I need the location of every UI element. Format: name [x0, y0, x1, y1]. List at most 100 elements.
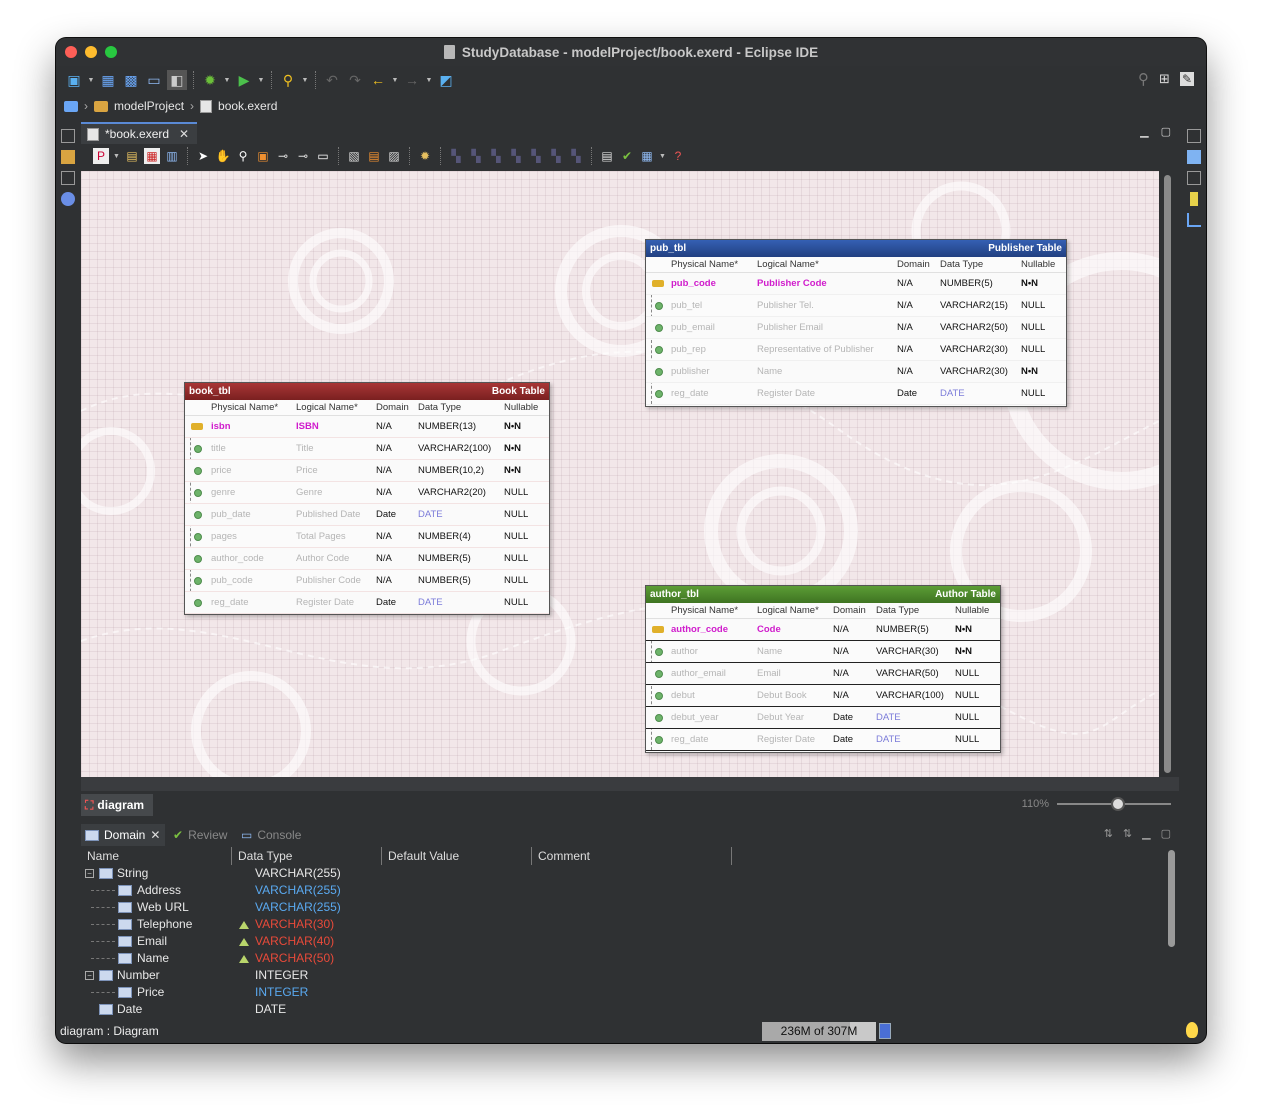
align-right-icon[interactable]: ▚	[488, 148, 504, 164]
author-table-entity[interactable]: author_tbl Author Table Physical Name* L…	[645, 585, 1001, 753]
book-table-header[interactable]: book_tbl Book Table	[185, 383, 549, 400]
table-row[interactable]: pub_email Publisher Email N/A VARCHAR2(50) N…	[646, 317, 1066, 339]
book-table-entity[interactable]: book_tbl Book Table Physical Name* Logic…	[184, 382, 550, 615]
forward-arrow-icon[interactable]: →	[402, 70, 422, 90]
table-row[interactable]: publisher Name N/A VARCHAR2(30) N•N	[646, 361, 1066, 383]
table-row[interactable]: pub_rep Representative of Publisher N/A VAR…	[646, 339, 1066, 361]
align-center-icon[interactable]: ▚	[468, 148, 484, 164]
tab-review[interactable]: ✔ Review	[173, 824, 227, 846]
list-item[interactable]: Name VARCHAR(50)	[81, 950, 1166, 967]
close-icon[interactable]: ✕	[179, 127, 189, 141]
table-row[interactable]: pages Total Pages N/A NUMBER(4) NULL	[185, 526, 549, 548]
debug-icon[interactable]: ✹	[200, 70, 220, 90]
select-pointer-icon[interactable]: ➤	[195, 148, 211, 164]
restore-icon[interactable]	[61, 129, 75, 143]
minimize-icon[interactable]: ▁	[1142, 827, 1150, 840]
open-perspective-icon[interactable]: ⊞	[1159, 71, 1170, 87]
sort-asc-icon[interactable]: ⇅	[1104, 827, 1113, 840]
forward-engineer-icon[interactable]: ▦	[639, 148, 655, 164]
table-row[interactable]: author Name N/A VARCHAR(30) N•N	[646, 641, 1000, 663]
restore-icon[interactable]	[1187, 171, 1201, 185]
document-icon[interactable]: ▤	[599, 148, 615, 164]
outline-monitor-icon[interactable]	[1187, 150, 1201, 164]
list-item[interactable]: − Number INTEGER	[81, 967, 1166, 984]
minimize-icon[interactable]: ▁	[1140, 125, 1148, 138]
align-middle-icon[interactable]: ▚	[528, 148, 544, 164]
table-row[interactable]: price Price N/A NUMBER(10,2) N•N	[185, 460, 549, 482]
relation-nonid-icon[interactable]: ⊸	[295, 148, 311, 164]
table-row[interactable]: author_code Code N/A NUMBER(5) N•N	[646, 619, 1000, 641]
run-icon[interactable]: ▶	[234, 70, 254, 90]
table-row[interactable]: reg_date Register Date Date DATE NULL	[646, 729, 1000, 751]
header-data-type[interactable]: Data Type	[232, 847, 382, 865]
auto-layout-icon[interactable]: ✹	[417, 148, 433, 164]
erd-perspective-icon[interactable]: ✎	[1179, 72, 1194, 86]
clipboard-icon[interactable]: ▥	[164, 148, 180, 164]
align-top-icon[interactable]: ▚	[508, 148, 524, 164]
debug-dropdown-icon[interactable]: ▼	[223, 70, 231, 90]
tab-diagram[interactable]: ⛶ diagram	[81, 794, 153, 816]
new-dropdown-icon[interactable]: ▼	[87, 70, 95, 90]
maximize-icon[interactable]: ▢	[1161, 125, 1171, 138]
relation-icon[interactable]: ⊸	[275, 148, 291, 164]
image-icon[interactable]: ▨	[386, 148, 402, 164]
list-item[interactable]: Price INTEGER	[81, 984, 1166, 1001]
calendar-icon[interactable]: ▦	[144, 148, 160, 164]
table-row[interactable]: title Title N/A VARCHAR2(100) N•N	[185, 438, 549, 460]
collapse-icon[interactable]: −	[85, 971, 94, 980]
restore-icon[interactable]	[61, 171, 75, 185]
validate-icon[interactable]: ✔	[619, 148, 635, 164]
list-item[interactable]: − String VARCHAR(255)	[81, 865, 1166, 882]
author-table-header[interactable]: author_tbl Author Table	[646, 586, 1000, 603]
list-item[interactable]: Date DATE	[81, 1001, 1166, 1015]
run-dropdown-icon[interactable]: ▼	[257, 70, 265, 90]
table-row[interactable]: pub_date Published Date Date DATE NULL	[185, 504, 549, 526]
search-dropdown-icon[interactable]: ▼	[301, 70, 309, 90]
close-icon[interactable]: ✕	[150, 828, 160, 842]
maximize-icon[interactable]: ▢	[1161, 827, 1171, 840]
distribute-icon[interactable]: ▚	[568, 148, 584, 164]
table-row[interactable]: debut Debut Book N/A VARCHAR(100) NULL	[646, 685, 1000, 707]
notation-icon[interactable]: P	[93, 148, 109, 164]
forward-dropdown-icon[interactable]: ▼	[659, 148, 666, 164]
table-row[interactable]: author_code Author Code N/A NUMBER(5) NULL	[185, 548, 549, 570]
table-row[interactable]: pub_tel Publisher Tel. N/A VARCHAR2(15) NULL	[646, 295, 1066, 317]
table-row[interactable]: pub_code Publisher Code N/A NUMBER(5) NULL	[185, 570, 549, 592]
save-icon[interactable]: ▦	[98, 70, 118, 90]
breadcrumb-project[interactable]: modelProject	[114, 99, 184, 113]
help-icon[interactable]: ?	[670, 148, 686, 164]
header-name[interactable]: Name	[81, 847, 232, 865]
collapse-icon[interactable]: −	[85, 869, 94, 878]
search-icon[interactable]: ⚲	[278, 70, 298, 90]
list-item[interactable]: Telephone VARCHAR(30)	[81, 916, 1166, 933]
layout-icon[interactable]: ▤	[124, 148, 140, 164]
zoom-window-button[interactable]	[105, 46, 117, 58]
list-item[interactable]: Address VARCHAR(255)	[81, 882, 1166, 899]
table-row[interactable]: pub_code Publisher Code N/A NUMBER(5) N•N	[646, 273, 1066, 295]
table-row[interactable]: reg_date Register Date Date DATE NULL	[646, 383, 1066, 405]
monitor-icon[interactable]: ▭	[144, 70, 164, 90]
zoom-tool-icon[interactable]: ⚲	[235, 148, 251, 164]
back-arrow-icon[interactable]: ←	[368, 70, 388, 90]
header-default-value[interactable]: Default Value	[382, 847, 532, 865]
hand-tool-icon[interactable]: ✋	[215, 148, 231, 164]
header-comment[interactable]: Comment	[532, 847, 732, 865]
list-item[interactable]: Web URL VARCHAR(255)	[81, 899, 1166, 916]
table-row[interactable]: isbn ISBN N/A NUMBER(13) N•N	[185, 416, 549, 438]
table-row[interactable]: author_email Email N/A VARCHAR(50) NULL	[646, 663, 1000, 685]
save-all-icon[interactable]: ▩	[121, 70, 141, 90]
hierarchy-icon[interactable]	[1187, 213, 1201, 227]
canvas-scroll-thumb[interactable]	[1164, 175, 1171, 773]
forward-dropdown-icon[interactable]: ▼	[425, 70, 433, 90]
heap-status[interactable]: 236M of 307M	[762, 1022, 876, 1041]
note-icon[interactable]: ▭	[315, 148, 331, 164]
properties-icon[interactable]	[1190, 192, 1198, 206]
toggle-icon[interactable]: ◧	[167, 70, 187, 90]
table-row[interactable]: genre Genre N/A VARCHAR2(20) NULL	[185, 482, 549, 504]
sort-desc-icon[interactable]: ⇅	[1123, 827, 1132, 840]
diagram-canvas[interactable]: book_tbl Book Table Physical Name* Logic…	[81, 171, 1159, 777]
list-item[interactable]: Email VARCHAR(40)	[81, 933, 1166, 950]
table-row[interactable]: reg_date Register Date Date DATE NULL	[185, 592, 549, 614]
align-bottom-icon[interactable]: ▚	[548, 148, 564, 164]
notation-dropdown-icon[interactable]: ▼	[113, 148, 120, 164]
